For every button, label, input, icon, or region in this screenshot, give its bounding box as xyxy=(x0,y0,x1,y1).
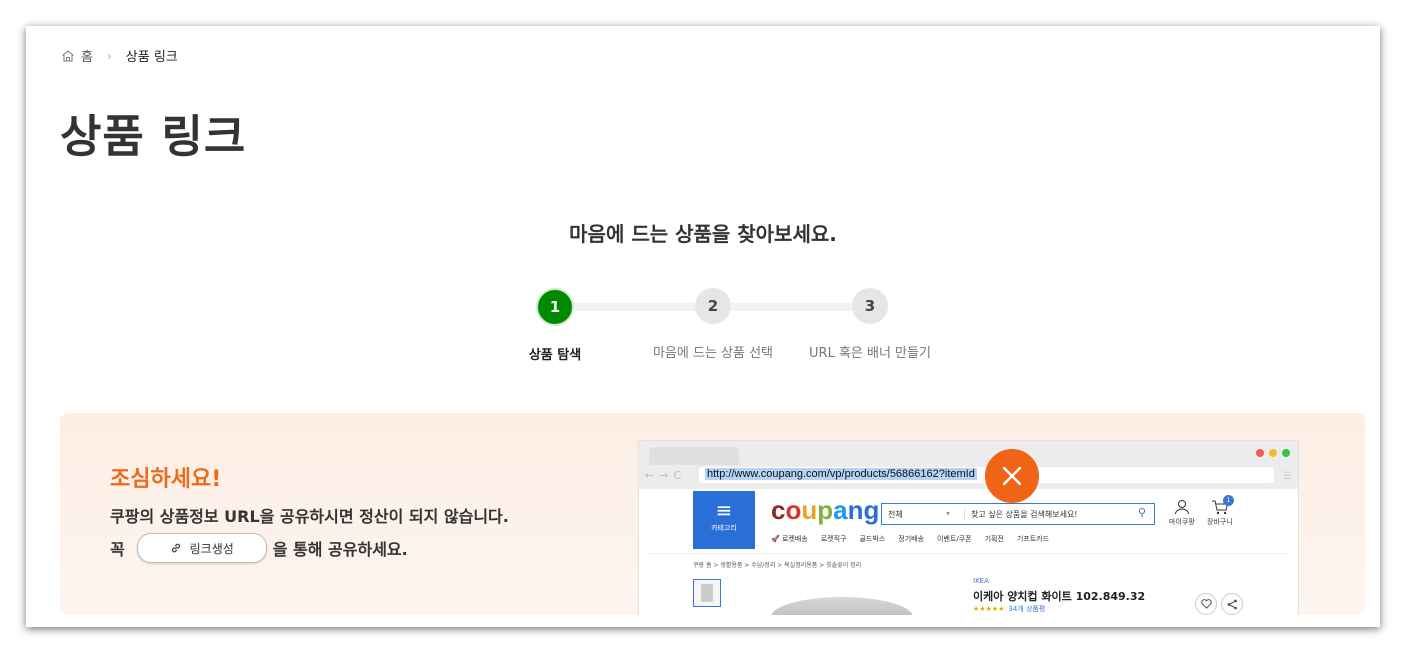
warning-prefix: 꼭 xyxy=(110,540,125,559)
warning-message: 쿠팡의 상품정보 URL을 공유하시면 정산이 되지 않습니다. xyxy=(110,507,509,526)
divider xyxy=(647,553,1290,554)
product-image xyxy=(771,597,913,615)
create-link-button[interactable]: 링크생성 xyxy=(136,533,267,563)
step-2-label: 마음에 드는 상품 선택 xyxy=(652,346,774,361)
subnav-item: 기획전 xyxy=(984,535,1004,543)
warning-title: 조심하세요! xyxy=(110,467,222,492)
subnav-item: 🚀 로켓배송 xyxy=(771,535,808,543)
product-thumbnail xyxy=(693,579,721,607)
step-2-number: 2 xyxy=(695,288,731,324)
step-1: 1 상품 탐색 xyxy=(480,288,630,363)
browser-tab xyxy=(649,447,739,465)
browser-chrome: ←→C http://www.coupang.com/vp/products/5… xyxy=(639,441,1298,489)
coupang-logo: coupang xyxy=(771,495,880,525)
coupang-breadcrumb: 쿠팡 홈 > 생활용품 > 수납/정리 > 욕실정리용품 > 칫솔꽂이 정리 xyxy=(693,562,862,569)
browser-illustration: ←→C http://www.coupang.com/vp/products/5… xyxy=(639,441,1298,615)
search-icon: ⚲ xyxy=(1137,506,1146,519)
rocket-icon: 🚀 xyxy=(771,535,780,543)
category-button: ≡ 카테고리 xyxy=(693,491,755,549)
coupang-search-bar: 전체 ▾ 찾고 싶은 상품을 검색해보세요! ⚲ xyxy=(881,503,1155,525)
breadcrumb-current: 상품 링크 xyxy=(125,50,178,65)
step-1-label: 상품 탐색 xyxy=(528,348,582,363)
warning-suffix: 을 통해 공유하세요. xyxy=(272,540,408,559)
cart-label: 장바구니 xyxy=(1207,518,1233,526)
category-label: 카테고리 xyxy=(711,524,737,532)
breadcrumb-home[interactable]: 홈 xyxy=(81,46,93,65)
coupang-subnav: 🚀 로켓배송 로켓직구 골드박스 정기배송 이벤트/쿠폰 기획전 기프트카드 xyxy=(771,534,1049,544)
step-indicator: 1 상품 탐색 2 마음에 드는 상품 선택 3 URL 혹은 배너 만들기 xyxy=(516,288,931,368)
warning-panel: 조심하세요! 쿠팡의 상품정보 URL을 공유하시면 정산이 되지 않습니다. … xyxy=(60,413,1365,615)
page-frame: 홈 › 상품 링크 상품 링크 마음에 드는 상품을 찾아보세요. 1 상품 탐… xyxy=(26,26,1380,627)
minimize-dot-icon xyxy=(1269,449,1277,457)
close-x-icon xyxy=(985,449,1039,503)
home-icon[interactable] xyxy=(61,49,75,63)
cart: 1 장바구니 xyxy=(1207,495,1234,527)
subnav-item: 정기배송 xyxy=(898,535,925,543)
my-coupang: 마이쿠팡 xyxy=(1169,499,1195,527)
breadcrumb-separator: › xyxy=(106,48,112,63)
link-icon xyxy=(171,543,180,553)
browser-menu-icon: ☰ xyxy=(1283,471,1292,482)
subnav-item: 기프트카드 xyxy=(1016,535,1050,543)
search-placeholder: 찾고 싶은 상품을 검색해보세요! xyxy=(964,509,1078,520)
coupang-page: ≡ 카테고리 coupang 전체 ▾ 찾고 싶은 상품을 검색해보세요! ⚲ … xyxy=(647,489,1290,615)
breadcrumb: 홈 › 상품 링크 xyxy=(61,46,178,65)
close-dot-icon xyxy=(1256,449,1264,457)
subnav-item: 이벤트/쿠폰 xyxy=(937,535,972,543)
product-name: 이케아 양치컵 화이트 102.849.32 xyxy=(973,590,1146,603)
cart-count-badge: 1 xyxy=(1223,495,1234,506)
step-3: 3 URL 혹은 배너 만들기 xyxy=(795,288,945,361)
user-icon xyxy=(1174,500,1189,515)
maximize-dot-icon xyxy=(1282,449,1290,457)
subnav-item: 골드박스 xyxy=(859,535,886,543)
address-url: http://www.coupang.com/vp/products/56866… xyxy=(705,468,977,480)
page-subtitle: 마음에 드는 상품을 찾아보세요. xyxy=(569,222,837,246)
heart-icon xyxy=(1195,593,1217,615)
page-title: 상품 링크 xyxy=(60,110,247,163)
product-rating: ★★★★★ 34개 상품평 xyxy=(973,604,1045,614)
my-coupang-label: 마이쿠팡 xyxy=(1169,518,1195,526)
search-scope: 전체 xyxy=(888,510,903,519)
star-icons: ★★★★★ xyxy=(973,605,1005,613)
step-1-number: 1 xyxy=(536,288,574,326)
browser-nav-icons: ←→C xyxy=(645,469,687,482)
subnav-item: 로켓직구 xyxy=(820,535,847,543)
create-link-label: 링크생성 xyxy=(189,541,234,556)
rating-count: 34개 상품평 xyxy=(1008,605,1046,613)
warning-instruction: 꼭 링크생성 을 통해 공유하세요. xyxy=(110,533,408,563)
step-3-label: URL 혹은 배너 만들기 xyxy=(809,346,931,361)
share-icon xyxy=(1221,593,1243,615)
product-brand: IKEA xyxy=(973,577,989,585)
step-3-number: 3 xyxy=(852,288,888,324)
window-controls xyxy=(1256,449,1290,457)
step-2: 2 마음에 드는 상품 선택 xyxy=(638,288,788,361)
hamburger-icon: ≡ xyxy=(715,498,733,522)
chevron-down-icon: ▾ xyxy=(946,509,951,518)
